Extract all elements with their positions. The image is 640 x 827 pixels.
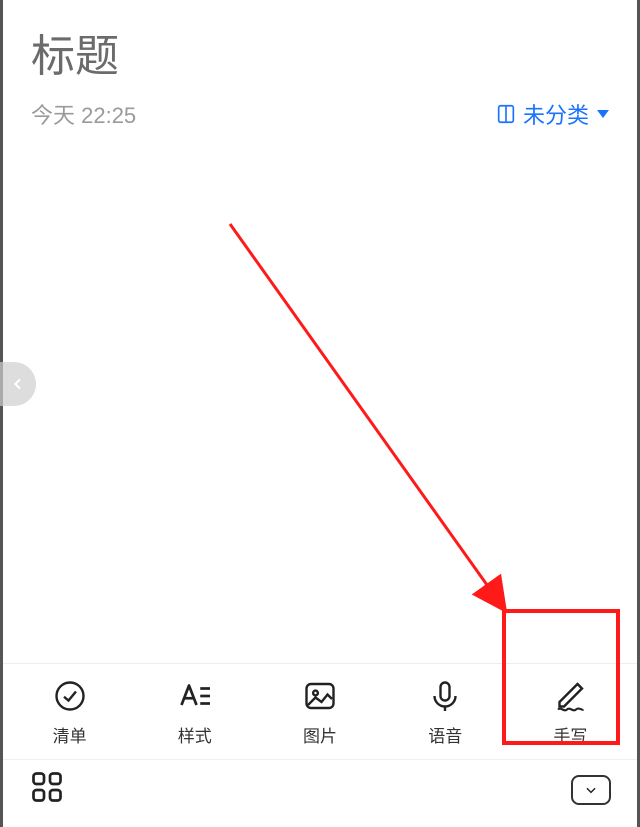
voice-label: 语音 [428,722,462,747]
category-picker[interactable]: 未分类 [495,98,609,130]
style-button[interactable]: 样式 [132,672,257,753]
title-input[interactable]: 标题 [31,20,609,84]
grid-menu-button[interactable] [29,769,65,810]
chevron-down-icon [597,110,609,118]
style-label: 样式 [178,722,212,747]
microphone-icon [427,678,463,714]
handwrite-icon [552,678,588,714]
keyboard-toggle-button[interactable] [571,775,611,805]
checklist-button[interactable]: 清单 [7,672,132,753]
editor-content[interactable]: 标题 今天 22:25 未分类 [3,0,637,663]
handwrite-label: 手写 [553,722,587,747]
side-handle[interactable] [0,362,36,406]
image-icon [302,678,338,714]
voice-button[interactable]: 语音 [383,672,508,753]
image-button[interactable]: 图片 [257,672,382,753]
handwrite-button[interactable]: 手写 [508,672,633,753]
bottom-bar [3,759,637,827]
format-toolbar: 清单 样式 图片 [3,663,637,759]
image-label: 图片 [303,722,337,747]
note-editor-screen: 标题 今天 22:25 未分类 [0,0,640,827]
style-icon [177,678,213,714]
checklist-label: 清单 [53,722,87,747]
notebook-icon [495,103,517,125]
checklist-icon [52,678,88,714]
timestamp-label: 今天 22:25 [31,98,136,130]
meta-row: 今天 22:25 未分类 [31,98,609,130]
category-label: 未分类 [523,98,589,130]
